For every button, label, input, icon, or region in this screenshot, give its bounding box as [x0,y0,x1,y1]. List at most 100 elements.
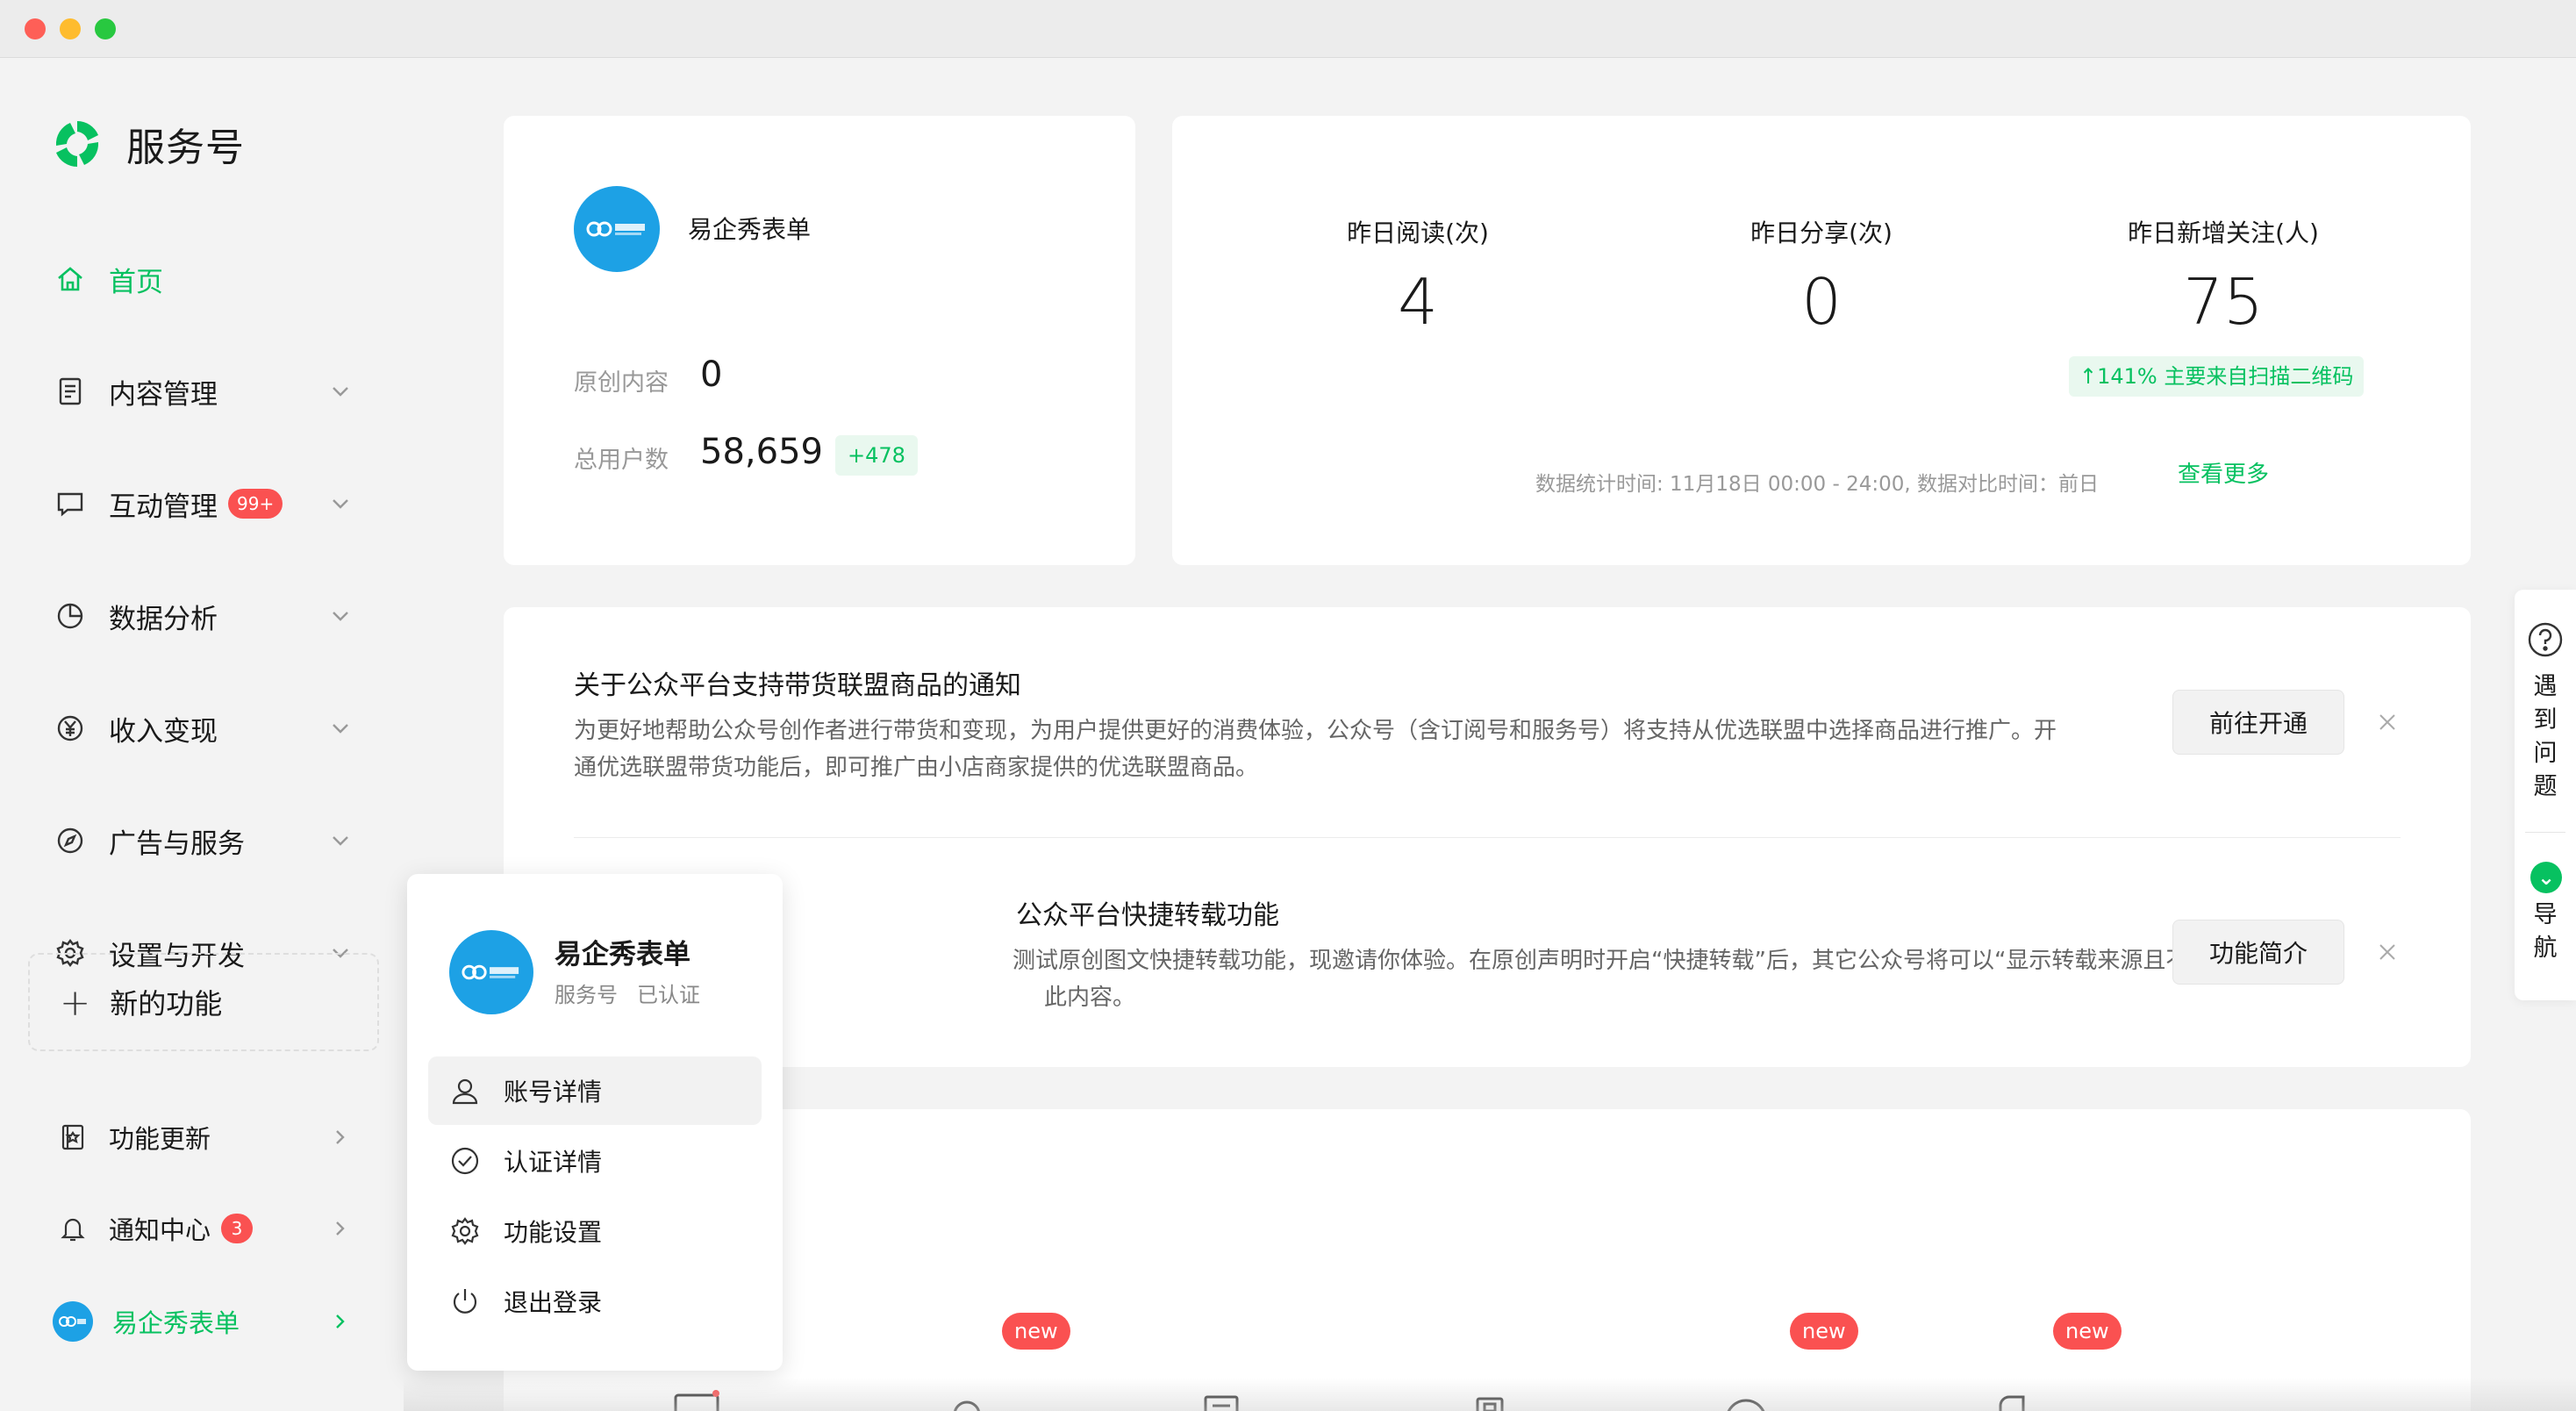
original-content-label: 原创内容 [574,369,669,397]
sidebar-item-label: 广告与服务 [109,827,245,860]
sidebar-item-account[interactable]: 易企秀表单 [53,1297,351,1346]
sidebar-item-home[interactable]: 首页 [54,253,353,305]
stat-label: 昨日阅读(次) [1347,218,1489,247]
account-popover: 易企秀表单 服务号 已认证 账号详情 认证详情 功能设置 退出登录 [407,874,783,1371]
chevron-right-icon [336,1130,345,1144]
menu-item-account-details[interactable]: 账号详情 [428,1056,762,1125]
feature-intro-button[interactable]: 功能简介 [2172,920,2344,985]
help-char: 到 [2533,706,2558,734]
menu-item-verification-details[interactable]: 认证详情 [428,1127,762,1195]
chevron-down-icon [333,499,348,509]
sidebar-item-interaction[interactable]: 互动管理 99+ [54,477,353,530]
new-features-label: 新的功能 [110,987,223,1021]
menu-item-feature-settings[interactable]: 功能设置 [428,1197,762,1265]
notice-body: 为更好地帮助公众号创作者进行带货和变现，为用户提供更好的消费体验，公众号（含订阅… [574,718,2057,781]
yiqixiu-logo-icon [586,221,645,237]
help-char: 问 [2533,740,2558,767]
total-users-value: 58,659 [700,432,823,472]
sidebar-item-label: 收入变现 [109,715,218,748]
stat-label: 昨日分享(次) [1750,218,1893,247]
help-sidebar: 遇 到 问 题 ⌄ 导 航 [2515,590,2576,1000]
yiqixiu-logo-icon [59,1316,86,1327]
chevron-down-icon [333,387,348,397]
popover-avatar [449,930,533,1014]
notifications-badge: 3 [221,1214,254,1243]
notice-title: 公众平台快捷转载功能 [1016,900,1279,931]
sidebar: 服务号 首页 内容管理 互动管理 99+ 数据分析 收入变现 广告与服务 设置与… [0,58,404,1411]
stat-reads: 昨日阅读(次) 4 [1242,214,1593,339]
help-problem-label[interactable]: 遇 到 问 题 [2515,670,2576,804]
question-icon[interactable] [2527,621,2564,658]
new-features-button[interactable]: + 新的功能 [28,953,379,1051]
yen-icon [57,715,83,741]
chevron-down-icon [333,836,348,846]
plus-icon: + [60,980,91,1024]
close-icon[interactable] [2374,709,2401,735]
sidebar-item-label: 通知中心 [109,1215,211,1245]
yiqixiu-logo-icon [462,964,519,980]
stats-time-note: 数据统计时间: 11月18日 00:00 - 24:00, 数据对比时间：前日 [1535,473,2100,496]
power-icon [453,1289,477,1314]
popover-account-name: 易企秀表单 [555,939,691,971]
menu-item-label: 退出登录 [504,1288,603,1317]
sidebar-item-label: 易企秀表单 [112,1308,240,1338]
divider [574,837,2401,838]
compass-icon [57,827,83,854]
navigation-icon[interactable]: ⌄ [2530,862,2562,893]
stat-label: 昨日新增关注(人) [2128,218,2319,247]
wechat-service-logo-icon [55,121,99,167]
account-summary-card: 易企秀表单 原创内容 0 总用户数 58,659 +478 [504,116,1135,565]
pie-chart-icon [57,603,83,629]
account-name: 易企秀表单 [688,215,812,244]
brand[interactable]: 服务号 [49,112,245,175]
account-avatar[interactable] [574,186,660,272]
sidebar-item-updates[interactable]: 功能更新 [58,1113,351,1162]
sidebar-item-label: 数据分析 [109,603,218,635]
sidebar-item-label: 功能更新 [109,1124,211,1154]
scroll-fade [404,1378,2576,1411]
menu-item-label: 功能设置 [504,1218,603,1247]
minimize-window-button[interactable] [60,18,81,39]
chevron-right-icon [336,1314,345,1329]
home-icon [58,267,82,291]
stat-new-followers: 昨日新增关注(人) 75 [2048,214,2399,339]
menu-item-logout[interactable]: 退出登录 [428,1267,762,1336]
help-navigation-label[interactable]: 导 航 [2515,899,2576,965]
stat-value: 4 [1398,265,1438,339]
sidebar-item-label: 首页 [109,266,163,298]
enable-button[interactable]: 前往开通 [2172,690,2344,755]
popover-account-meta: 服务号 已认证 [555,978,719,1008]
sidebar-item-income[interactable]: 收入变现 [54,702,353,755]
original-content-value: 0 [700,355,723,395]
account-type: 服务号 [555,983,618,1007]
close-window-button[interactable] [25,18,46,39]
sidebar-item-data[interactable]: 数据分析 [54,590,353,642]
check-circle-icon [451,1147,479,1175]
interaction-badge: 99+ [228,489,283,519]
sidebar-item-notifications[interactable]: 通知中心 3 [58,1204,351,1253]
menu-item-label: 认证详情 [504,1148,603,1177]
bell-icon [61,1218,85,1242]
account-avatar [53,1301,93,1342]
menu-item-label: 账号详情 [504,1078,603,1107]
new-badge: new [2053,1313,2122,1350]
help-char: 导 [2533,901,2558,928]
new-badge: new [1790,1313,1858,1350]
stat-shares: 昨日分享(次) 0 [1646,214,1997,339]
sidebar-item-content[interactable]: 内容管理 [54,365,353,418]
chevron-right-icon [336,1221,345,1236]
chevron-down-icon [333,612,348,621]
sidebar-item-ads[interactable]: 广告与服务 [54,814,353,867]
gear-icon [451,1217,479,1245]
close-icon[interactable] [2374,939,2401,965]
window-titlebar [0,0,2576,58]
view-more-link[interactable]: 查看更多 [2178,456,2269,489]
maximize-window-button[interactable] [95,18,116,39]
chevron-down-icon [333,724,348,734]
verification-status: 已认证 [637,983,700,1007]
new-badge: new [1002,1313,1070,1350]
stat-value: 75 [2183,265,2264,339]
quick-features-card: new new new [504,1109,2471,1411]
sidebar-item-label: 互动管理 [109,491,218,523]
help-char: 题 [2533,773,2558,800]
